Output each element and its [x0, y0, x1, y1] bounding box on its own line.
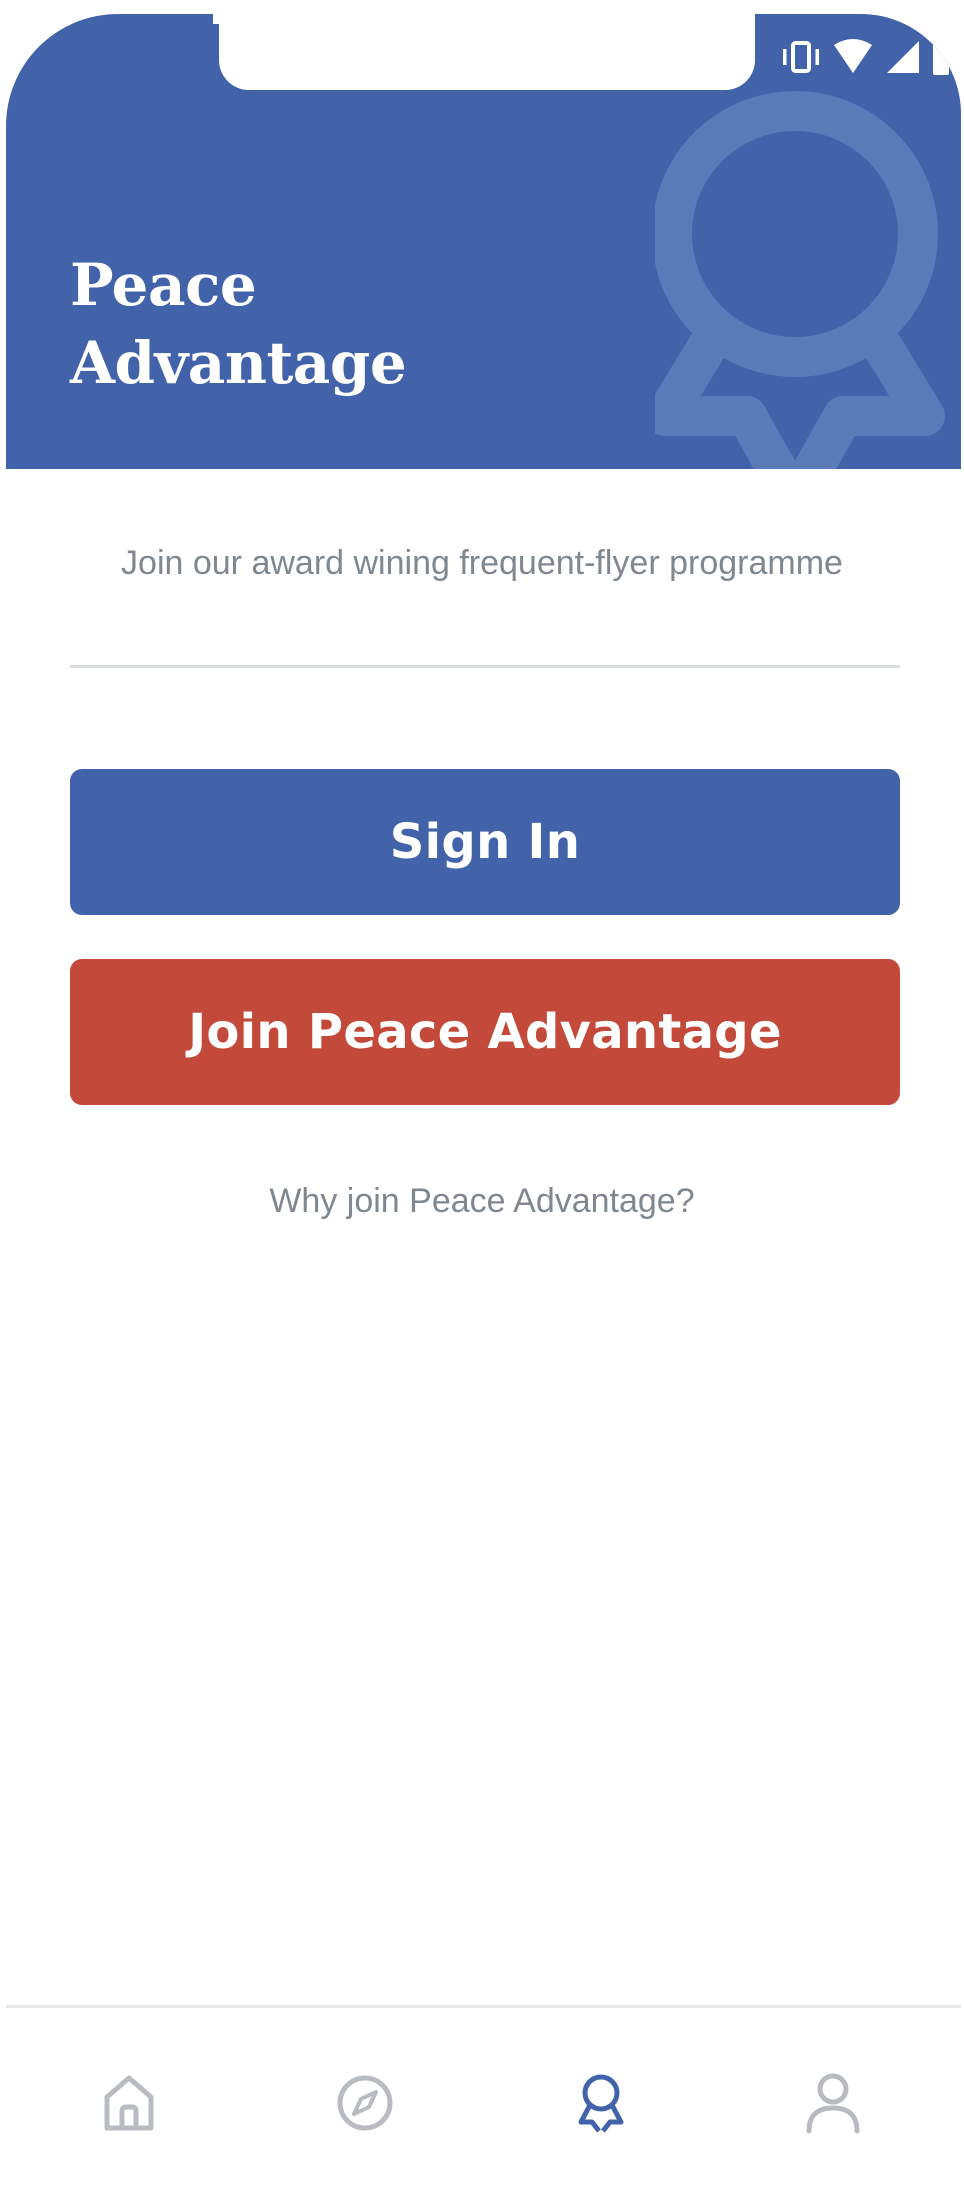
nav-home[interactable] [94, 2068, 164, 2138]
sign-in-button[interactable]: Sign In [70, 769, 900, 915]
vibrate-icon [781, 37, 821, 77]
wifi-icon [833, 39, 873, 75]
nav-profile[interactable] [798, 2068, 868, 2138]
join-button[interactable]: Join Peace Advantage [70, 959, 900, 1105]
bottom-nav [6, 2005, 961, 2185]
why-join-link[interactable]: Why join Peace Advantage? [0, 1178, 964, 1224]
compass-icon [337, 2075, 393, 2131]
status-bar [781, 34, 949, 80]
page-title: Peace Advantage [70, 246, 407, 402]
camera-notch [213, 14, 755, 90]
user-icon [806, 2073, 860, 2134]
header-banner: Peace Advantage [6, 14, 961, 469]
nav-explore[interactable] [330, 2068, 400, 2138]
award-ribbon-watermark-icon [655, 91, 945, 469]
nav-rewards[interactable] [566, 2068, 636, 2138]
programme-tagline: Join our award wining frequent-flyer pro… [121, 544, 843, 582]
cellular-signal-icon [885, 39, 921, 75]
award-ribbon-icon [578, 2074, 624, 2133]
title-line-1: Peace [70, 251, 257, 319]
home-icon [104, 2075, 154, 2131]
title-line-2: Advantage [70, 329, 407, 397]
divider [70, 665, 900, 668]
battery-icon [933, 39, 949, 75]
